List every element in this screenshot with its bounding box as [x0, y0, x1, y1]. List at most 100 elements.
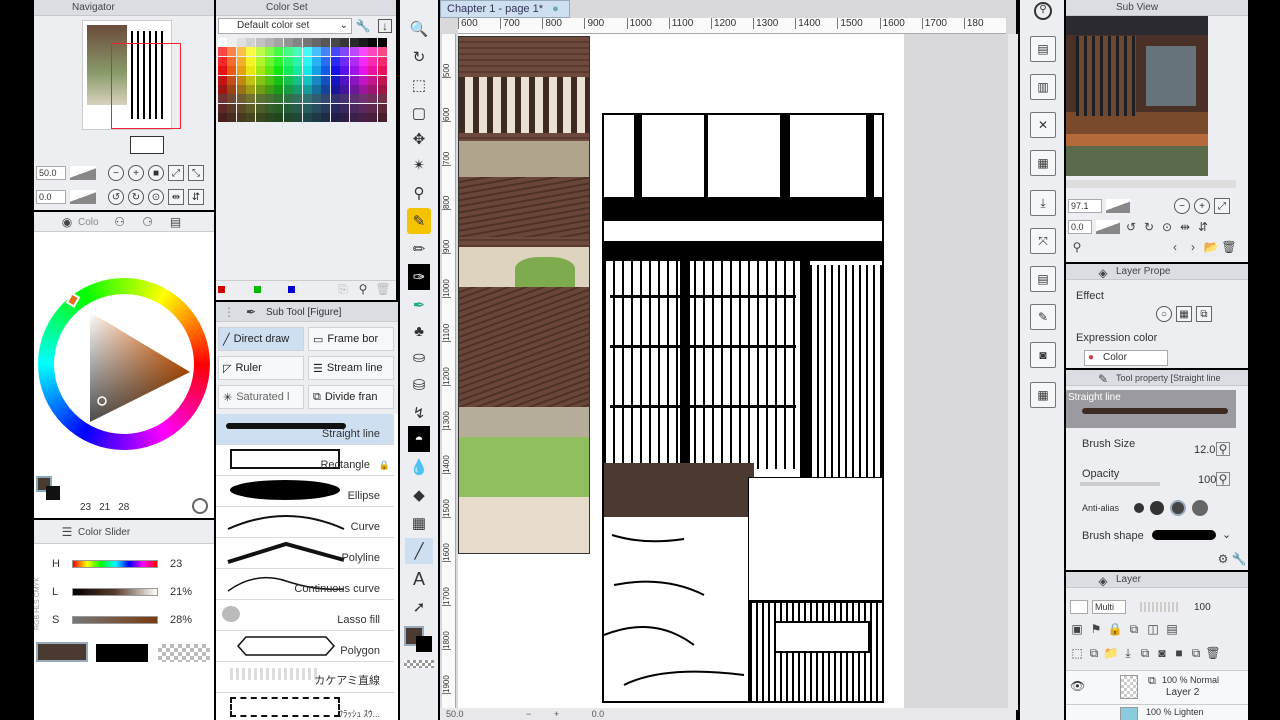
color-swatch[interactable] [302, 85, 312, 94]
chevron-down-icon[interactable]: ⌄ [1222, 528, 1231, 541]
color-swatch[interactable] [265, 38, 274, 47]
new-folder-icon[interactable]: 📁 [1104, 646, 1119, 660]
expression-color-dropdown[interactable]: ● Color [1084, 350, 1168, 366]
opacity-link-icon[interactable]: ⚲ [1216, 472, 1230, 486]
color-swatch[interactable] [255, 47, 265, 57]
color-swatch[interactable] [368, 103, 378, 113]
subtool-item-polygon[interactable]: Polygon [216, 631, 394, 662]
canvas-scrollbar-v[interactable] [1008, 34, 1018, 710]
color-swatch[interactable] [321, 66, 331, 76]
color-swatch[interactable] [377, 66, 387, 76]
color-swatch[interactable] [274, 85, 284, 94]
anti-alias-weak-icon[interactable] [1150, 501, 1164, 515]
color-swatch[interactable] [368, 56, 378, 66]
color-swatch[interactable] [312, 66, 321, 76]
color-swatch[interactable] [218, 113, 227, 123]
color-swatch[interactable] [330, 94, 340, 104]
color-swatch[interactable] [236, 47, 246, 57]
color-swatch[interactable] [368, 66, 378, 76]
subtool-item-curve[interactable]: Curve [216, 507, 394, 538]
color-swatch[interactable] [377, 113, 387, 123]
zoom-tool-icon[interactable]: 🔍 [405, 16, 433, 42]
color-swatch[interactable] [255, 56, 265, 66]
sub-flip-h-icon[interactable]: ⇹ [1178, 220, 1192, 234]
decoration-tool-icon[interactable]: ♣ [405, 318, 433, 344]
sub-view-image[interactable] [1066, 16, 1208, 176]
color-swatch[interactable] [255, 85, 265, 94]
pattern-panel-icon[interactable]: ▦ [1030, 150, 1056, 176]
color-swatch[interactable] [236, 85, 246, 94]
color-swatch[interactable] [274, 75, 284, 85]
zoom-out-status-icon[interactable]: − [526, 709, 531, 719]
eyedropper-tool-icon[interactable]: ⚲ [405, 180, 433, 206]
color-swatch[interactable] [283, 85, 293, 94]
selection-tool-icon[interactable]: ▢ [405, 100, 433, 126]
color-swatch[interactable] [246, 85, 256, 94]
new-raster-layer-icon[interactable]: ⬚ [1070, 646, 1084, 660]
pen-tool-icon[interactable]: ✎ [407, 208, 431, 234]
color-swatch[interactable] [283, 66, 293, 76]
navigator-preview[interactable] [82, 20, 181, 130]
color-set-dropdown[interactable]: Default color set ⌄ [218, 18, 352, 34]
color-swatch[interactable] [218, 47, 227, 57]
color-swatch[interactable] [340, 94, 350, 104]
red-swatch[interactable] [218, 286, 225, 293]
saturation-slider[interactable] [72, 616, 158, 624]
color-swatch[interactable] [236, 113, 246, 123]
search-icon[interactable]: ⚲ [1034, 2, 1052, 20]
color-swatch[interactable] [236, 56, 246, 66]
object-tool-icon[interactable]: ➚ [405, 594, 433, 620]
operation-tool-icon[interactable]: ⬚ [405, 72, 433, 98]
color-swatch[interactable] [330, 113, 340, 123]
color-swatch[interactable] [330, 66, 340, 76]
color-swatch[interactable] [265, 47, 274, 57]
color-swatch[interactable] [218, 103, 227, 113]
text-tool-icon[interactable]: A [405, 566, 433, 592]
tab-saturated-line[interactable]: ✳ Saturated l [218, 385, 304, 409]
anti-alias-none-icon[interactable] [1134, 503, 1144, 513]
color-swatch[interactable] [255, 75, 265, 85]
color-swatch[interactable] [302, 113, 312, 123]
color-swatch[interactable] [359, 75, 368, 85]
color-swatch[interactable] [359, 38, 368, 47]
color-swatch[interactable] [293, 75, 303, 85]
blend-tool-icon[interactable]: ⛁ [405, 372, 433, 398]
color-swatch[interactable] [349, 85, 359, 94]
navigator-view-rect[interactable] [111, 43, 181, 129]
color-swatch[interactable] [274, 47, 284, 57]
transparent-chip[interactable] [158, 644, 210, 662]
blend-mode-dropdown[interactable]: Multi [1092, 600, 1126, 614]
green-swatch[interactable] [254, 286, 261, 293]
rotate-left-icon[interactable]: ↺ [108, 189, 124, 205]
figure-tool-icon[interactable]: ╱ [405, 538, 433, 564]
color-swatch[interactable] [293, 56, 303, 66]
color-swatch[interactable] [246, 75, 256, 85]
sub-zoom-out-icon[interactable]: − [1174, 198, 1190, 214]
tab-frame-border[interactable]: ▭ Frame bor [308, 327, 394, 351]
opacity-value[interactable]: 100 [1198, 474, 1216, 486]
clip-layer-icon[interactable]: ▣ [1070, 622, 1084, 636]
tool-transparent-color[interactable] [404, 660, 434, 668]
fit-icon[interactable]: ⤢ [168, 165, 184, 181]
color-swatch[interactable] [312, 56, 321, 66]
color-swatch[interactable] [265, 94, 274, 104]
intermediate-color-icon[interactable]: ⚇ [113, 215, 127, 229]
tab-direct-draw[interactable]: ╱ Direct draw [218, 327, 304, 351]
subtool-item-continuous-curve[interactable]: Continuous curve [216, 569, 394, 600]
color-wheel-tab-icon[interactable]: ◉ [60, 215, 74, 229]
color-swatch[interactable] [302, 47, 312, 57]
color-swatch[interactable] [293, 38, 303, 47]
new-vector-layer-icon[interactable]: ⧉ [1087, 646, 1101, 660]
sub-zoom-in-icon[interactable]: + [1194, 198, 1210, 214]
lock-icon[interactable]: 🔒 [1108, 622, 1123, 636]
anti-alias-strong-icon[interactable] [1192, 500, 1208, 516]
sub-fit-icon[interactable]: ⤢ [1214, 198, 1230, 214]
brush-size-value[interactable]: 12.0 [1194, 444, 1215, 456]
color-swatch[interactable] [359, 103, 368, 113]
color-swatch[interactable] [330, 85, 340, 94]
color-swatch[interactable] [312, 103, 321, 113]
color-swatch[interactable] [377, 56, 387, 66]
layer-row[interactable]: 100 % Lighten [1066, 704, 1248, 720]
layer-color-effect-icon[interactable]: ⧉ [1196, 306, 1212, 322]
color-swatch[interactable] [349, 38, 359, 47]
